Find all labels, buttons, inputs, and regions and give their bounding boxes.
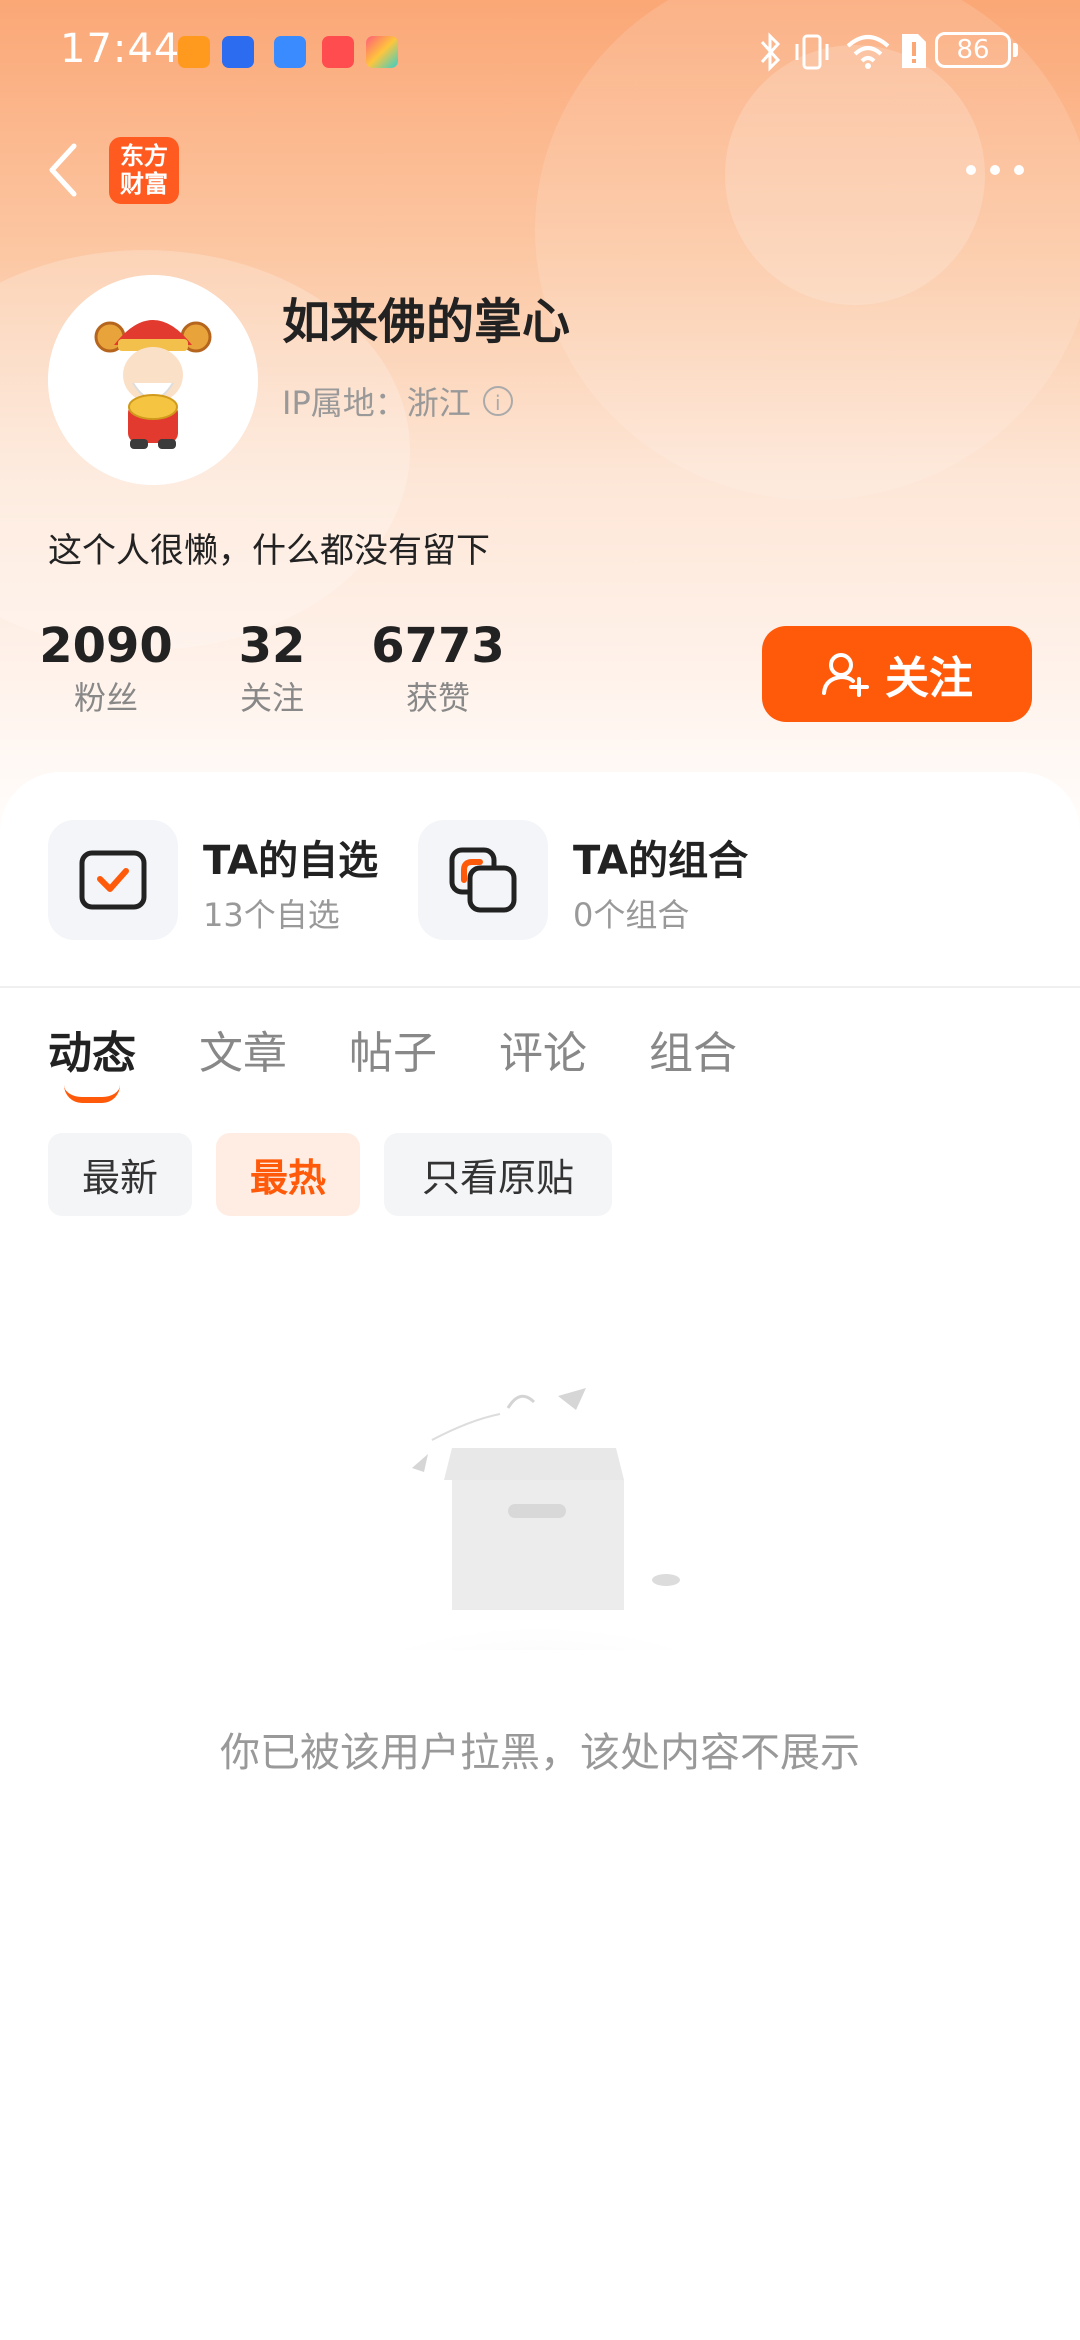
empty-state-message: 你已被该用户拉黑，该处内容不展示 xyxy=(220,1730,860,1776)
stat-fans[interactable]: 2090 粉丝 xyxy=(26,618,186,722)
filter-hottest[interactable]: 最热 xyxy=(216,1133,360,1216)
app-logo[interactable]: 东方 财富 xyxy=(109,137,179,204)
bluetooth-icon xyxy=(760,32,781,72)
battery-indicator: 86 xyxy=(935,32,1011,68)
caishen-avatar-icon xyxy=(48,275,258,485)
wifi-icon xyxy=(846,35,890,69)
username: 如来佛的掌心 xyxy=(282,294,571,350)
stat-label: 关注 xyxy=(239,679,304,717)
follow-button-label: 关注 xyxy=(885,653,973,704)
stat-likes[interactable]: 6773 获赞 xyxy=(358,618,518,722)
filter-latest[interactable]: 最新 xyxy=(48,1133,192,1216)
divider xyxy=(0,986,1080,988)
status-time: 17:44 xyxy=(60,26,181,72)
status-bar: 17:44 86 xyxy=(0,0,1080,105)
stat-value: 6773 xyxy=(371,618,505,674)
portfolio-icon-bg xyxy=(418,820,548,940)
notification-app-icon xyxy=(366,36,398,68)
stat-following[interactable]: 32 关注 xyxy=(192,618,352,722)
avatar[interactable] xyxy=(48,275,258,485)
stat-label: 粉丝 xyxy=(73,679,138,717)
portfolio-link[interactable]: TA的组合 0个组合 xyxy=(418,820,778,950)
watchlist-count: 13个自选 xyxy=(203,896,340,934)
follow-button[interactable]: 关注 xyxy=(762,626,1032,722)
checkbox-icon xyxy=(79,850,147,910)
portfolio-icon xyxy=(449,847,517,913)
vibrate-icon xyxy=(795,34,829,70)
tab-portfolios[interactable]: 组合 xyxy=(649,1017,737,1081)
notification-cloud-icon xyxy=(274,36,306,68)
battery-tip xyxy=(1013,43,1018,57)
add-user-icon xyxy=(822,653,869,697)
notification-app-icon xyxy=(222,36,254,68)
info-icon[interactable]: i xyxy=(482,386,513,416)
back-button[interactable] xyxy=(40,140,90,200)
notification-app-icon xyxy=(322,36,354,68)
ip-location-row: IP属地：浙江 i xyxy=(282,378,513,424)
portfolio-title: TA的组合 xyxy=(573,838,749,884)
watchlist-link[interactable]: TA的自选 13个自选 xyxy=(48,820,408,950)
ip-location: IP属地：浙江 xyxy=(282,384,471,422)
stat-label: 获赞 xyxy=(405,679,470,717)
tab-comments[interactable]: 评论 xyxy=(499,1017,587,1081)
filter-original-only[interactable]: 只看原贴 xyxy=(384,1133,612,1216)
notification-app-icon xyxy=(178,36,210,68)
stat-value: 32 xyxy=(238,618,306,674)
stat-value: 2090 xyxy=(39,618,173,674)
empty-box-illustration xyxy=(320,1388,760,1650)
tab-articles[interactable]: 文章 xyxy=(199,1017,287,1081)
bio: 这个人很懒，什么都没有留下 xyxy=(48,531,490,571)
watchlist-icon-bg xyxy=(48,820,178,940)
tab-feed[interactable]: 动态 xyxy=(48,1017,136,1081)
sim-alert-icon xyxy=(902,34,926,68)
watchlist-title: TA的自选 xyxy=(203,838,379,884)
portfolio-count: 0个组合 xyxy=(573,896,690,934)
more-options-button[interactable] xyxy=(963,160,1027,180)
tab-posts[interactable]: 帖子 xyxy=(349,1017,437,1081)
